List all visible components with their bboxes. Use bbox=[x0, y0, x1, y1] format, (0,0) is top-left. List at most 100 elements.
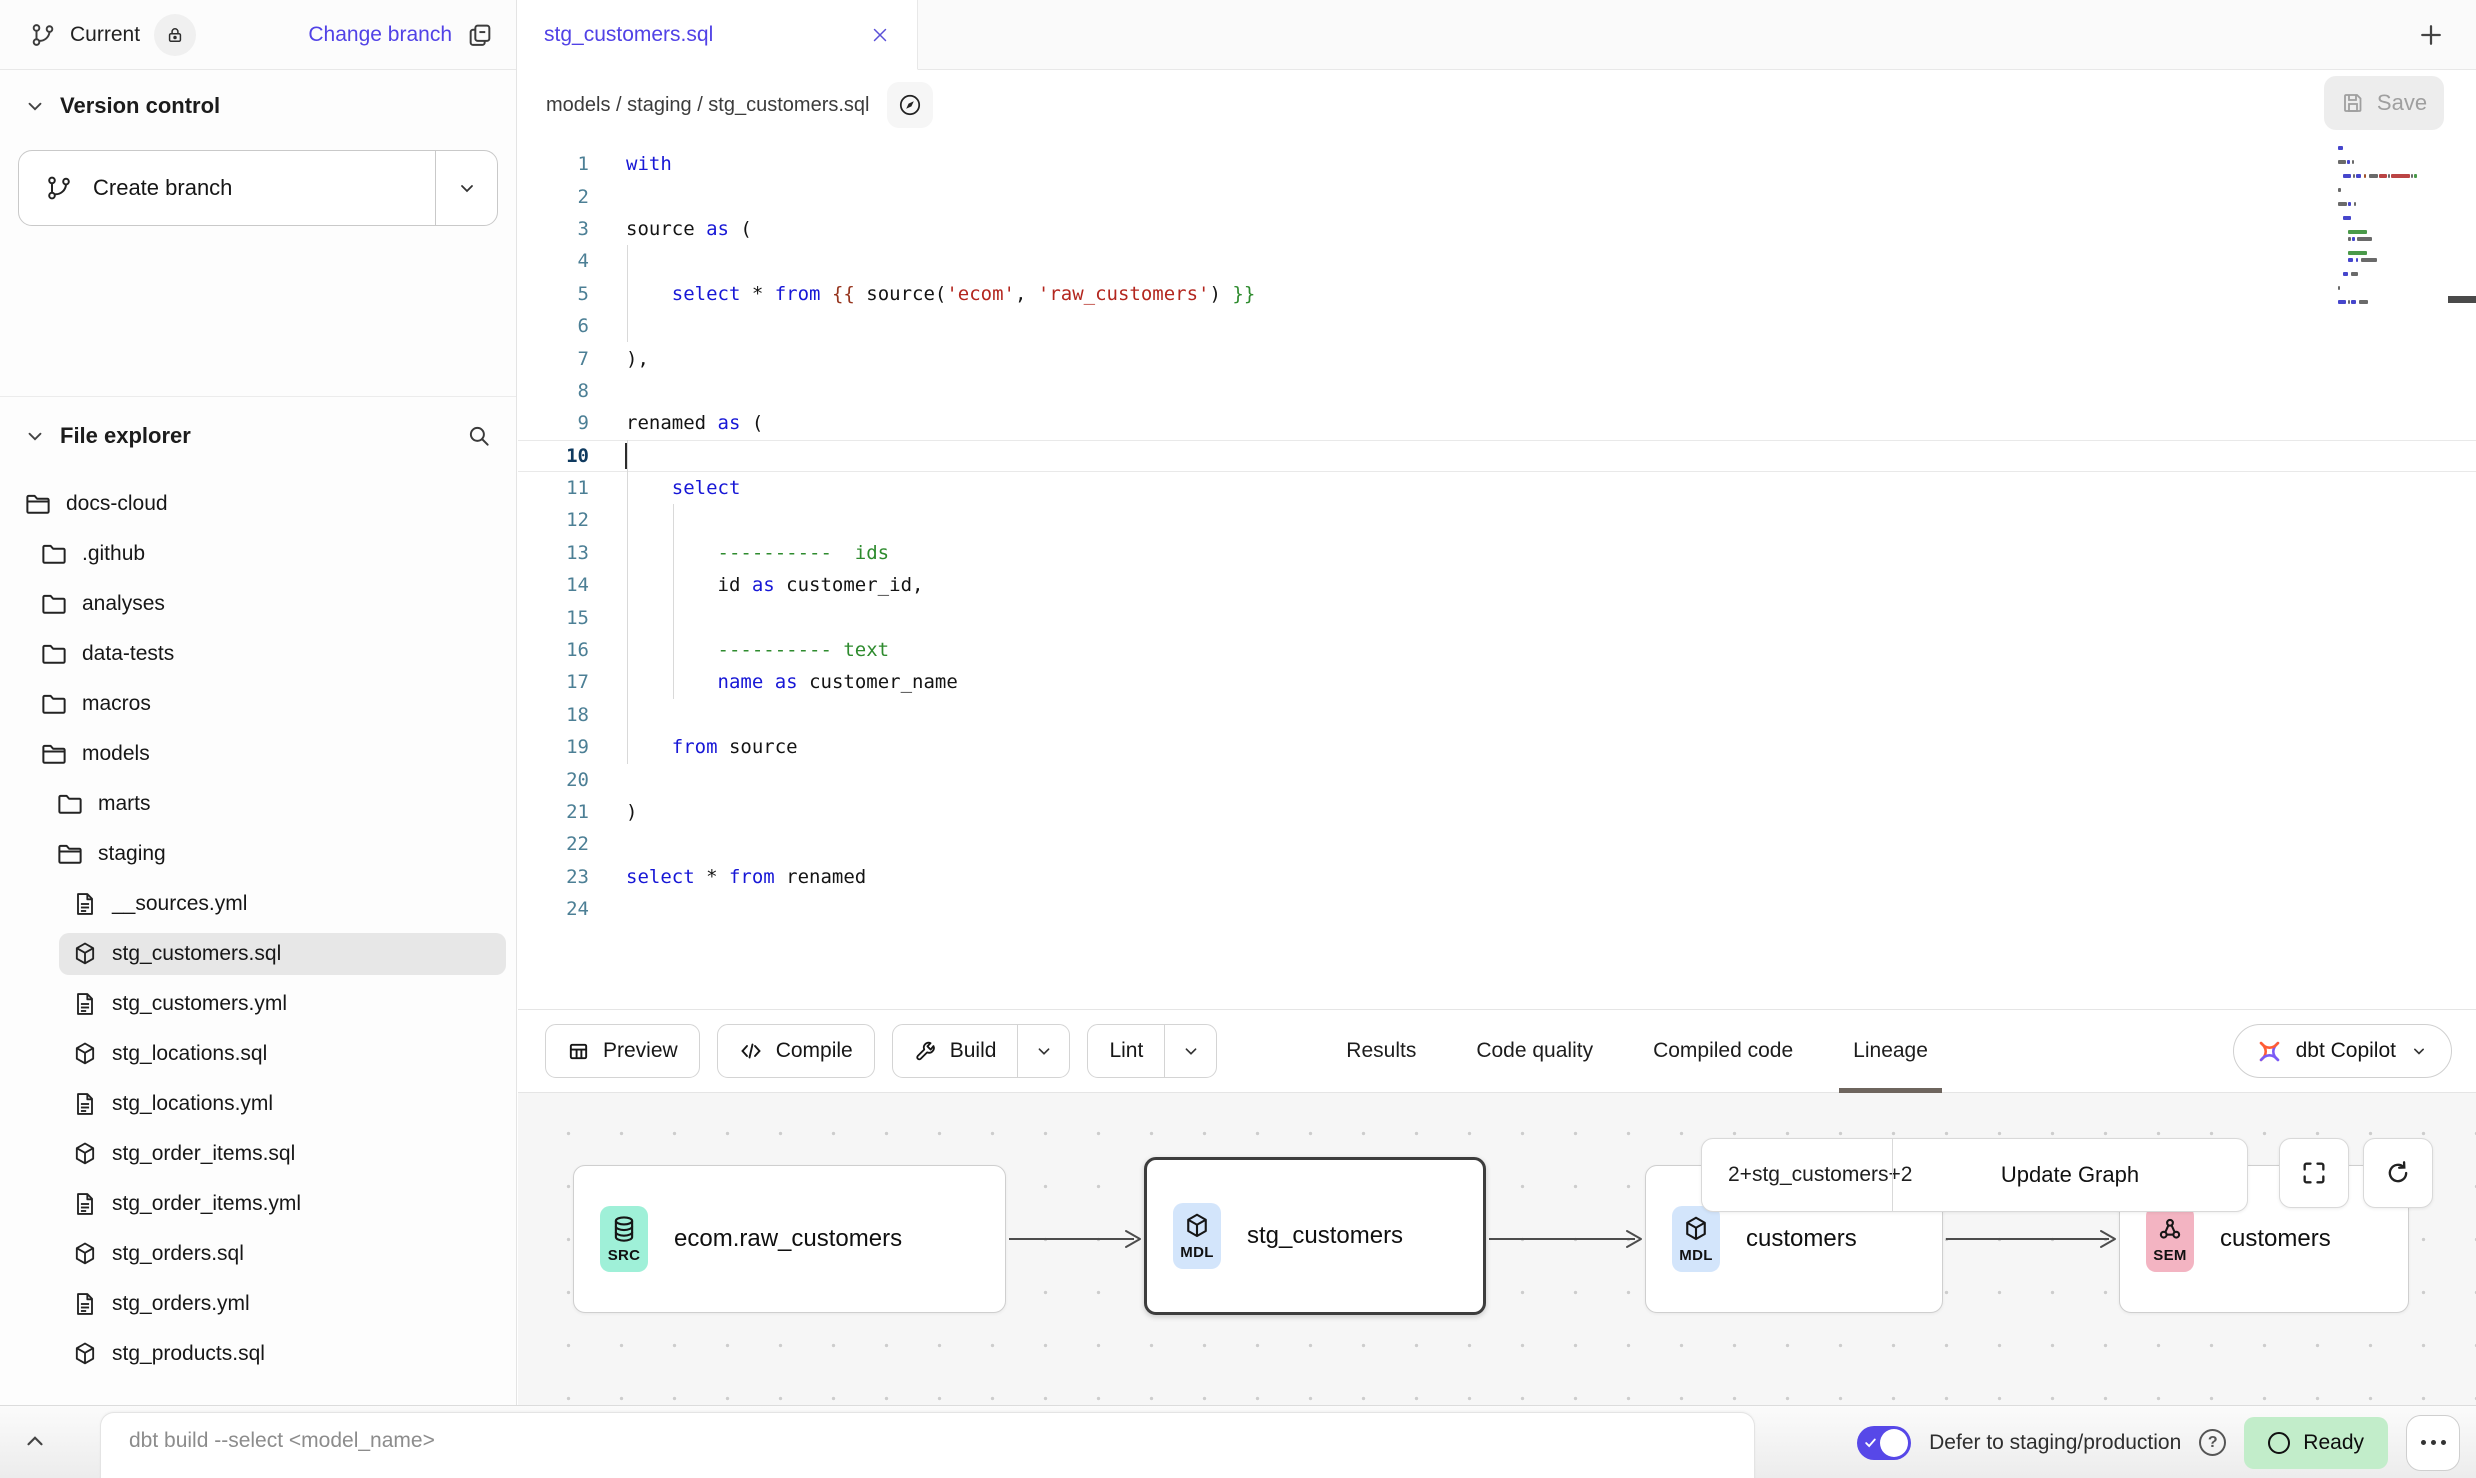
plus-icon bbox=[2416, 20, 2446, 50]
new-tab-button[interactable] bbox=[2386, 0, 2476, 69]
ready-status-badge[interactable]: Ready bbox=[2244, 1417, 2388, 1469]
fullscreen-button[interactable] bbox=[2279, 1138, 2349, 1208]
panel-tabs: Results Code quality Compiled code Lineage bbox=[1332, 1010, 1974, 1092]
save-button[interactable]: Save bbox=[2324, 76, 2444, 130]
code-line-6[interactable]: 6 bbox=[518, 310, 2476, 342]
selector-input[interactable]: 2+stg_customers+2 bbox=[1702, 1139, 1892, 1211]
code-line-7[interactable]: 7), bbox=[518, 342, 2476, 374]
copilot-compass-button[interactable] bbox=[887, 82, 933, 128]
tree-item-label: __sources.yml bbox=[112, 892, 247, 916]
code-line-10[interactable]: 10 bbox=[518, 440, 2476, 472]
tree-item--sources-yml[interactable]: __sources.yml bbox=[0, 879, 506, 929]
update-graph-button[interactable]: Update Graph bbox=[1892, 1139, 2247, 1211]
lint-button[interactable]: Lint bbox=[1088, 1025, 1164, 1077]
lineage-node-ecom-raw-customers-src[interactable]: SRCecom.raw_customers bbox=[573, 1165, 1006, 1313]
defer-toggle[interactable] bbox=[1857, 1426, 1911, 1460]
tree-item--github[interactable]: .github bbox=[0, 529, 506, 579]
lineage-node-stg-customers-mdl[interactable]: MDLstg_customers bbox=[1144, 1157, 1486, 1315]
refresh-icon bbox=[2384, 1159, 2412, 1187]
more-options-button[interactable] bbox=[2406, 1415, 2460, 1471]
tree-item-stg-order-items-sql[interactable]: stg_order_items.sql bbox=[0, 1129, 506, 1179]
model-cube-icon bbox=[71, 1040, 99, 1068]
fullscreen-icon bbox=[2300, 1159, 2328, 1187]
refresh-button[interactable] bbox=[2363, 1138, 2433, 1208]
code-line-21[interactable]: 21) bbox=[518, 796, 2476, 828]
code-line-19[interactable]: 19 from source bbox=[518, 731, 2476, 763]
tree-item-stg-locations-yml[interactable]: stg_locations.yml bbox=[0, 1079, 506, 1129]
current-branch-label: Current bbox=[70, 23, 140, 47]
code-line-3[interactable]: 3source as ( bbox=[518, 213, 2476, 245]
create-branch-dropdown[interactable] bbox=[435, 151, 497, 225]
tree-item-stg-locations-sql[interactable]: stg_locations.sql bbox=[0, 1029, 506, 1079]
scrollbar-thumb[interactable] bbox=[2448, 296, 2476, 303]
tree-item-data-tests[interactable]: data-tests bbox=[0, 629, 506, 679]
build-dropdown[interactable] bbox=[1017, 1025, 1069, 1077]
tree-item-macros[interactable]: macros bbox=[0, 679, 506, 729]
code-line-15[interactable]: 15 bbox=[518, 601, 2476, 633]
panel-tab-lineage[interactable]: Lineage bbox=[1839, 1010, 1942, 1092]
tab-stg-customers-sql[interactable]: stg_customers.sql bbox=[518, 0, 918, 70]
code-line-16[interactable]: 16 ---------- text bbox=[518, 634, 2476, 666]
chevron-up-icon[interactable] bbox=[22, 1428, 48, 1454]
tree-item-label: stg_order_items.sql bbox=[112, 1142, 295, 1166]
command-input[interactable]: dbt build --select <model_name> bbox=[100, 1412, 1755, 1478]
tree-item-marts[interactable]: marts bbox=[0, 779, 506, 829]
tree-item-stg-customers-sql[interactable]: stg_customers.sql bbox=[0, 929, 506, 979]
code-editor[interactable]: 1with23source as (45 select * from {{ so… bbox=[518, 140, 2476, 1009]
panel-tab-results[interactable]: Results bbox=[1332, 1010, 1430, 1092]
code-line-17[interactable]: 17 name as customer_name bbox=[518, 666, 2476, 698]
folder-icon bbox=[39, 539, 69, 569]
code-line-1[interactable]: 1with bbox=[518, 148, 2476, 180]
help-icon[interactable]: ? bbox=[2199, 1429, 2226, 1456]
lint-dropdown[interactable] bbox=[1164, 1025, 1216, 1077]
code-line-13[interactable]: 13 ---------- ids bbox=[518, 537, 2476, 569]
tree-item-docs-cloud[interactable]: docs-cloud bbox=[0, 479, 506, 529]
tree-item-stg-order-items-yml[interactable]: stg_order_items.yml bbox=[0, 1179, 506, 1229]
code-line-11[interactable]: 11 select bbox=[518, 472, 2476, 504]
copy-icon[interactable] bbox=[466, 21, 494, 49]
panel-tab-compiled-code[interactable]: Compiled code bbox=[1639, 1010, 1807, 1092]
tree-item-models[interactable]: models bbox=[0, 729, 506, 779]
line-number: 6 bbox=[518, 315, 613, 337]
code-line-5[interactable]: 5 select * from {{ source('ecom', 'raw_c… bbox=[518, 278, 2476, 310]
code-line-22[interactable]: 22 bbox=[518, 828, 2476, 860]
build-button[interactable]: Build bbox=[893, 1025, 1018, 1077]
branch-bar: Current Change branch bbox=[0, 0, 516, 70]
code-line-24[interactable]: 24 bbox=[518, 893, 2476, 925]
search-icon[interactable] bbox=[466, 423, 492, 449]
code-line-4[interactable]: 4 bbox=[518, 245, 2476, 277]
code-line-12[interactable]: 12 bbox=[518, 504, 2476, 536]
code-line-20[interactable]: 20 bbox=[518, 763, 2476, 795]
tree-item-stg-products-sql[interactable]: stg_products.sql bbox=[0, 1329, 506, 1379]
version-control-header[interactable]: Version control bbox=[0, 70, 516, 142]
folder-open-icon bbox=[55, 839, 85, 869]
tree-item-stg-customers-yml[interactable]: stg_customers.yml bbox=[0, 979, 506, 1029]
code-line-14[interactable]: 14 id as customer_id, bbox=[518, 569, 2476, 601]
tree-item-staging[interactable]: staging bbox=[0, 829, 506, 879]
change-branch-link[interactable]: Change branch bbox=[308, 23, 452, 47]
close-icon[interactable] bbox=[869, 24, 891, 46]
dbt-copilot-button[interactable]: dbt Copilot bbox=[2233, 1024, 2452, 1078]
branch-locked-chip bbox=[154, 14, 196, 56]
preview-button[interactable]: Preview bbox=[545, 1024, 700, 1078]
code-line-23[interactable]: 23select * from renamed bbox=[518, 861, 2476, 893]
tree-item-stg-orders-yml[interactable]: stg_orders.yml bbox=[0, 1279, 506, 1329]
lint-split-button: Lint bbox=[1087, 1024, 1217, 1078]
code-line-18[interactable]: 18 bbox=[518, 699, 2476, 731]
line-text: renamed as ( bbox=[613, 412, 763, 434]
copilot-sparkle-icon bbox=[2256, 1038, 2283, 1065]
file-explorer-header[interactable]: File explorer bbox=[0, 397, 516, 475]
compile-button[interactable]: Compile bbox=[717, 1024, 875, 1078]
lineage-canvas[interactable]: SRCecom.raw_customersMDLstg_customersMDL… bbox=[518, 1093, 2476, 1405]
line-number: 1 bbox=[518, 153, 613, 175]
create-branch-button[interactable]: Create branch bbox=[19, 151, 435, 225]
code-line-8[interactable]: 8 bbox=[518, 375, 2476, 407]
panel-tab-code-quality[interactable]: Code quality bbox=[1462, 1010, 1607, 1092]
node-label: ecom.raw_customers bbox=[674, 1225, 902, 1253]
tree-item-label: docs-cloud bbox=[66, 492, 168, 516]
tree-item-analyses[interactable]: analyses bbox=[0, 579, 506, 629]
code-line-2[interactable]: 2 bbox=[518, 180, 2476, 212]
line-text: select * from renamed bbox=[613, 866, 866, 888]
tree-item-stg-orders-sql[interactable]: stg_orders.sql bbox=[0, 1229, 506, 1279]
code-line-9[interactable]: 9renamed as ( bbox=[518, 407, 2476, 439]
